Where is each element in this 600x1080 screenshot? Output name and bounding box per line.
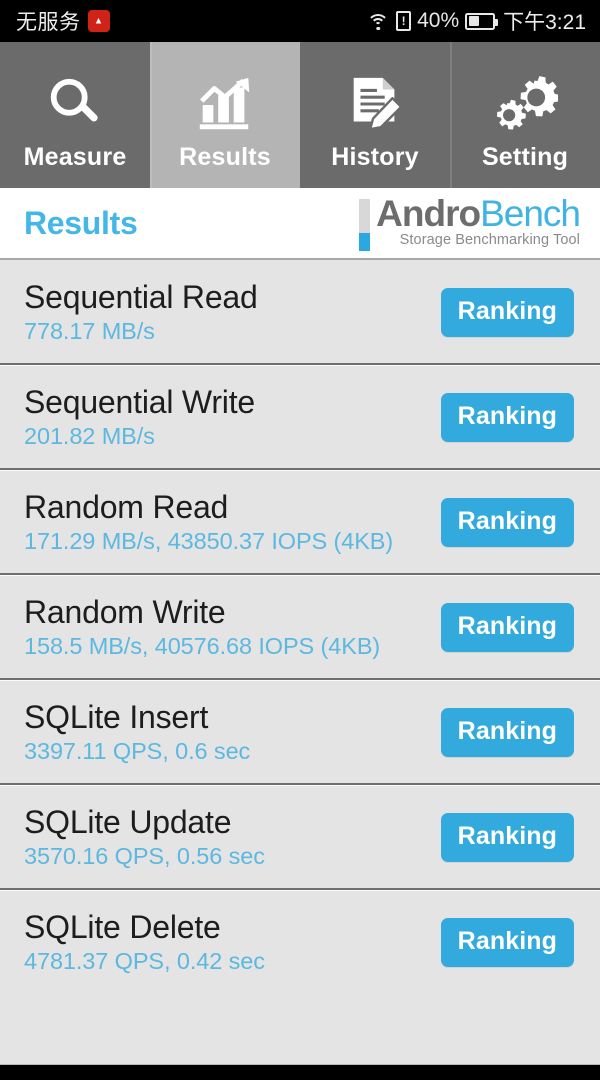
clock-label: 下午3:21 [503,11,586,34]
ranking-button[interactable]: Ranking [440,918,574,967]
result-value: 3397.11 QPS, 0.6 sec [24,737,251,764]
result-title: SQLite Insert [24,699,209,736]
document-pencil-icon [344,67,406,141]
tab-results-label: Results [179,142,271,171]
table-row[interactable]: Sequential Read 778.17 MB/s Ranking [0,260,600,365]
ranking-button[interactable]: Ranking [440,813,574,862]
row-texts: SQLite Update 3570.16 QPS, 0.56 sec [24,804,265,870]
logo-word-andro: Andro [376,192,481,234]
tab-measure-label: Measure [23,142,127,171]
table-row[interactable]: SQLite Delete 4781.37 QPS, 0.42 sec Rank… [0,888,600,995]
result-title: SQLite Delete [24,909,221,946]
result-title: SQLite Update [24,804,232,841]
logo-wordmark: AndroBench [376,192,581,234]
navigation-bar [0,1064,600,1080]
row-texts: Random Read 171.29 MB/s, 43850.37 IOPS (… [24,489,394,555]
tab-setting[interactable]: Setting [450,42,600,188]
battery-percent-label: 40% [417,9,460,32]
row-texts: Random Write 158.5 MB/s, 40576.68 IOPS (… [24,594,381,660]
magnifier-icon [44,67,106,141]
tab-setting-label: Setting [481,142,569,171]
table-row[interactable]: SQLite Update 3570.16 QPS, 0.56 sec Rank… [0,783,600,890]
ranking-button[interactable]: Ranking [440,603,574,652]
result-value: 158.5 MB/s, 40576.68 IOPS (4KB) [24,632,381,659]
wifi-icon [366,11,390,31]
logo-tagline: Storage Benchmarking Tool [399,231,580,248]
status-bar-left: 无服务 ▲ [16,6,110,36]
sim-alert-icon [396,11,412,31]
result-title: Sequential Read [24,279,258,316]
logo-bar-icon [359,198,371,251]
table-row[interactable]: Sequential Write 201.82 MB/s Ranking [0,363,600,470]
result-value: 4781.37 QPS, 0.42 sec [24,947,265,974]
app-screen: 无服务 ▲ 40% 下午3:21 Measure [0,0,600,1080]
battery-icon [465,12,499,30]
page-title: Results [24,204,138,241]
ranking-button[interactable]: Ranking [440,498,574,547]
androbench-logo: AndroBench Storage Benchmarking Tool [359,192,581,251]
tab-history[interactable]: History [300,42,450,188]
row-texts: Sequential Write 201.82 MB/s [24,384,256,450]
tab-measure[interactable]: Measure [0,42,150,188]
result-value: 3570.16 QPS, 0.56 sec [24,842,265,869]
table-row[interactable]: Random Write 158.5 MB/s, 40576.68 IOPS (… [0,573,600,680]
tab-results[interactable]: Results [150,42,300,188]
result-title: Random Write [24,594,226,631]
status-bar: 无服务 ▲ 40% 下午3:21 [0,0,600,42]
result-title: Random Read [24,489,229,526]
red-app-icon: ▲ [87,10,110,32]
result-title: Sequential Write [24,384,256,421]
result-value: 201.82 MB/s [24,422,155,449]
table-row[interactable]: Random Read 171.29 MB/s, 43850.37 IOPS (… [0,468,600,575]
gears-icon [492,67,558,141]
table-row[interactable]: SQLite Insert 3397.11 QPS, 0.6 sec Ranki… [0,678,600,785]
ranking-button[interactable]: Ranking [440,288,574,337]
result-value: 171.29 MB/s, 43850.37 IOPS (4KB) [24,527,394,554]
ranking-button[interactable]: Ranking [440,708,574,757]
status-bar-right: 40% 下午3:21 [366,6,586,36]
row-texts: SQLite Delete 4781.37 QPS, 0.42 sec [24,909,265,975]
logo-word-bench: Bench [480,192,581,234]
tab-history-label: History [331,142,419,171]
bar-chart-icon [193,67,257,141]
carrier-label: 无服务 [16,11,81,34]
logo-text: AndroBench Storage Benchmarking Tool [376,192,581,248]
row-texts: Sequential Read 778.17 MB/s [24,279,258,345]
ranking-button[interactable]: Ranking [440,393,574,442]
results-list: Sequential Read 778.17 MB/s Ranking Sequ… [0,260,600,1064]
row-texts: SQLite Insert 3397.11 QPS, 0.6 sec [24,699,251,765]
tab-bar: Measure Results History Setting [0,42,600,188]
result-value: 778.17 MB/s [24,317,155,344]
results-header: Results AndroBench Storage Benchmarking … [0,188,600,260]
